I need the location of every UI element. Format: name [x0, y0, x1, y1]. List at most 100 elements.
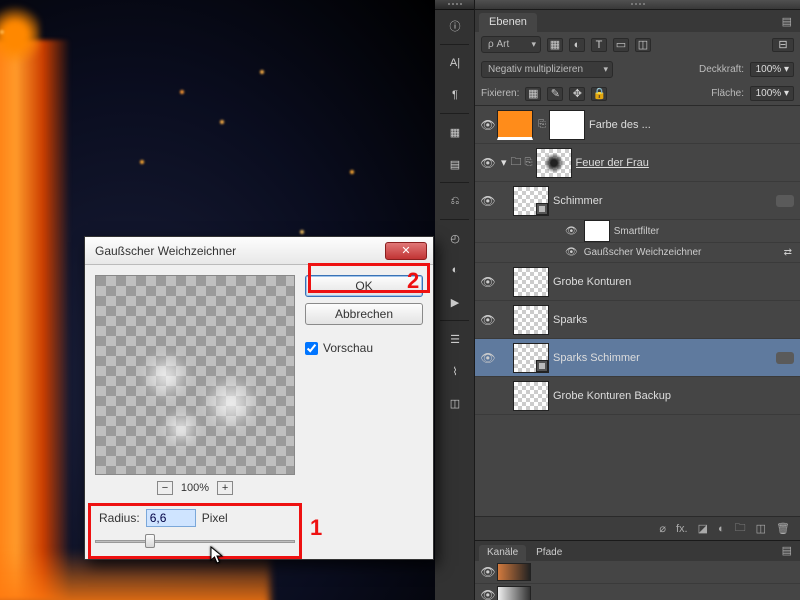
layer-thumbnail[interactable]	[549, 110, 585, 140]
layer-row[interactable]: 👁 Sparks Schimmer	[475, 339, 800, 377]
filter-toggle[interactable]: ⊟	[772, 38, 794, 52]
visibility-toggle[interactable]: 👁	[479, 351, 497, 365]
zoom-in-button[interactable]: +	[217, 481, 233, 495]
layer-thumbnail[interactable]	[513, 305, 549, 335]
layer-name-label[interactable]: Sparks Schimmer	[553, 352, 640, 364]
filter-shape-icon[interactable]: ▭	[613, 38, 629, 52]
layer-name-label[interactable]: Sparks	[553, 314, 587, 326]
smart-object-badge	[536, 360, 548, 372]
layer-name-label[interactable]: Feuer der Frau	[576, 157, 649, 169]
filter-adjust-icon[interactable]: ◐	[569, 38, 585, 52]
close-button[interactable]: ✕	[385, 242, 427, 260]
panel-menu-icon[interactable]: ▤	[774, 11, 800, 32]
radius-slider[interactable]	[95, 533, 295, 549]
fill-field[interactable]: 100% ▾	[750, 86, 794, 101]
preview-checkbox-row[interactable]: Vorschau	[305, 341, 423, 355]
filter-pixel-icon[interactable]: ▦	[547, 38, 563, 52]
layer-thumbnail[interactable]	[536, 148, 572, 178]
strip-drag-handle[interactable]	[435, 0, 474, 10]
layer-row[interactable]: 👁▾🗀⎘Feuer der Frau	[475, 144, 800, 182]
swatches-icon[interactable]: ▦	[435, 116, 475, 148]
layer-name-label[interactable]: Grobe Konturen	[553, 276, 631, 288]
layer-thumbnail[interactable]	[513, 343, 549, 373]
dialog-titlebar[interactable]: Gaußscher Weichzeichner ✕	[85, 237, 433, 265]
channels-menu-icon[interactable]: ▤	[774, 540, 800, 561]
smart-object-badge	[536, 203, 548, 215]
mask-icon[interactable]: ◪	[698, 522, 708, 535]
visibility-toggle[interactable]: 👁	[479, 194, 497, 208]
new-icon[interactable]: ◫	[756, 522, 766, 535]
filter-mask-thumb[interactable]	[584, 220, 610, 242]
layer-name-label[interactable]: Grobe Konturen Backup	[553, 390, 671, 402]
layer-row[interactable]: 👁 Schimmer	[475, 182, 800, 220]
type-panel-icon[interactable]: A|	[435, 47, 475, 79]
layer-thumbnail[interactable]	[513, 267, 549, 297]
cancel-button[interactable]: Abbrechen	[305, 303, 423, 325]
tab-channels[interactable]: Kanäle	[479, 545, 526, 561]
flame-art-top	[0, 0, 40, 70]
visibility-toggle[interactable]: 👁	[565, 247, 578, 258]
effects-icon[interactable]: ⎌	[435, 185, 475, 217]
layer-row[interactable]: 👁⎘Farbe des ...	[475, 106, 800, 144]
layer-thumbnail[interactable]	[497, 110, 533, 140]
blend-mode-dropdown[interactable]: Negativ multiplizieren	[481, 61, 613, 78]
preview-checkbox[interactable]	[305, 342, 318, 355]
actions-icon[interactable]: ▶	[435, 286, 475, 318]
lock-paint-icon[interactable]: ✎	[547, 87, 563, 101]
visibility-toggle[interactable]: 👁	[479, 313, 497, 327]
layer-row[interactable]: 👁 Grobe Konturen	[475, 263, 800, 301]
smartfilter-row[interactable]: 👁Smartfilter	[475, 220, 800, 243]
filter-smart-icon[interactable]: ◫	[635, 38, 651, 52]
dialog-title-text: Gaußscher Weichzeichner	[95, 244, 236, 258]
visibility-toggle[interactable]: 👁	[479, 275, 497, 289]
radius-input[interactable]	[146, 509, 196, 527]
radius-label: Radius:	[99, 511, 140, 525]
layers-list[interactable]: 👁⎘Farbe des ...👁▾🗀⎘Feuer der Frau👁Schimm…	[475, 105, 800, 516]
tab-layers[interactable]: Ebenen	[479, 13, 537, 32]
info-icon[interactable]: ⓘ	[435, 10, 475, 42]
link-icon[interactable]: ⌀	[659, 522, 666, 535]
filter-settings-icon[interactable]: ⇄	[784, 247, 792, 258]
visibility-toggle[interactable]: 👁	[565, 226, 578, 237]
panel-drag-handle[interactable]	[475, 0, 800, 10]
layer-filter-type[interactable]: ρ Art	[481, 36, 541, 53]
channels-icon[interactable]: ☰	[435, 323, 475, 355]
fill-adj-icon[interactable]: ◐	[718, 523, 725, 535]
visibility-toggle[interactable]: 👁	[479, 118, 497, 132]
visibility-toggle[interactable]: 👁	[479, 156, 497, 170]
fx-icon[interactable]: fx.	[676, 523, 688, 535]
flame-art	[0, 40, 70, 600]
fx-indicator[interactable]	[776, 352, 794, 364]
zoom-out-button[interactable]: −	[157, 481, 173, 495]
extra-icon[interactable]: ◫	[435, 387, 475, 419]
group-toggle-icon[interactable]: ▾	[501, 156, 507, 169]
layer-thumbnail[interactable]	[513, 186, 549, 216]
styles-icon[interactable]: ▤	[435, 148, 475, 180]
lock-all-icon[interactable]: 🔒	[591, 87, 607, 101]
layer-row[interactable]: 👁 Sparks	[475, 301, 800, 339]
layer-name-label[interactable]: Farbe des ...	[589, 119, 651, 131]
opacity-field[interactable]: 100% ▾	[750, 62, 794, 77]
channel-row[interactable]: 👁	[475, 584, 800, 600]
slider-thumb[interactable]	[145, 534, 155, 548]
smartfilter-row[interactable]: 👁Gaußscher Weichzeichner⇄	[475, 243, 800, 263]
layer-name-label[interactable]: Schimmer	[553, 195, 603, 207]
fx-indicator[interactable]	[776, 195, 794, 207]
ok-button[interactable]: OK	[305, 275, 423, 297]
link-icon: ⎘	[524, 157, 534, 168]
preview-image[interactable]	[95, 275, 295, 475]
lock-label: Fixieren:	[481, 88, 519, 99]
history-icon[interactable]: ◴	[435, 222, 475, 254]
channel-row[interactable]: 👁	[475, 561, 800, 584]
group-icon[interactable]: 🗀	[735, 519, 746, 538]
adjustments-icon[interactable]: ◐	[435, 254, 475, 286]
lock-transparency-icon[interactable]: ▦	[525, 87, 541, 101]
paragraph-panel-icon[interactable]: ¶	[435, 79, 475, 111]
layer-thumbnail[interactable]	[513, 381, 549, 411]
lock-move-icon[interactable]: ✥	[569, 87, 585, 101]
tab-paths[interactable]: Pfade	[528, 545, 570, 561]
layer-row[interactable]: Grobe Konturen Backup	[475, 377, 800, 415]
paths-icon[interactable]: ⌇	[435, 355, 475, 387]
filter-type-icon[interactable]: T	[591, 38, 607, 52]
trash-icon[interactable]: 🗑	[776, 522, 790, 535]
